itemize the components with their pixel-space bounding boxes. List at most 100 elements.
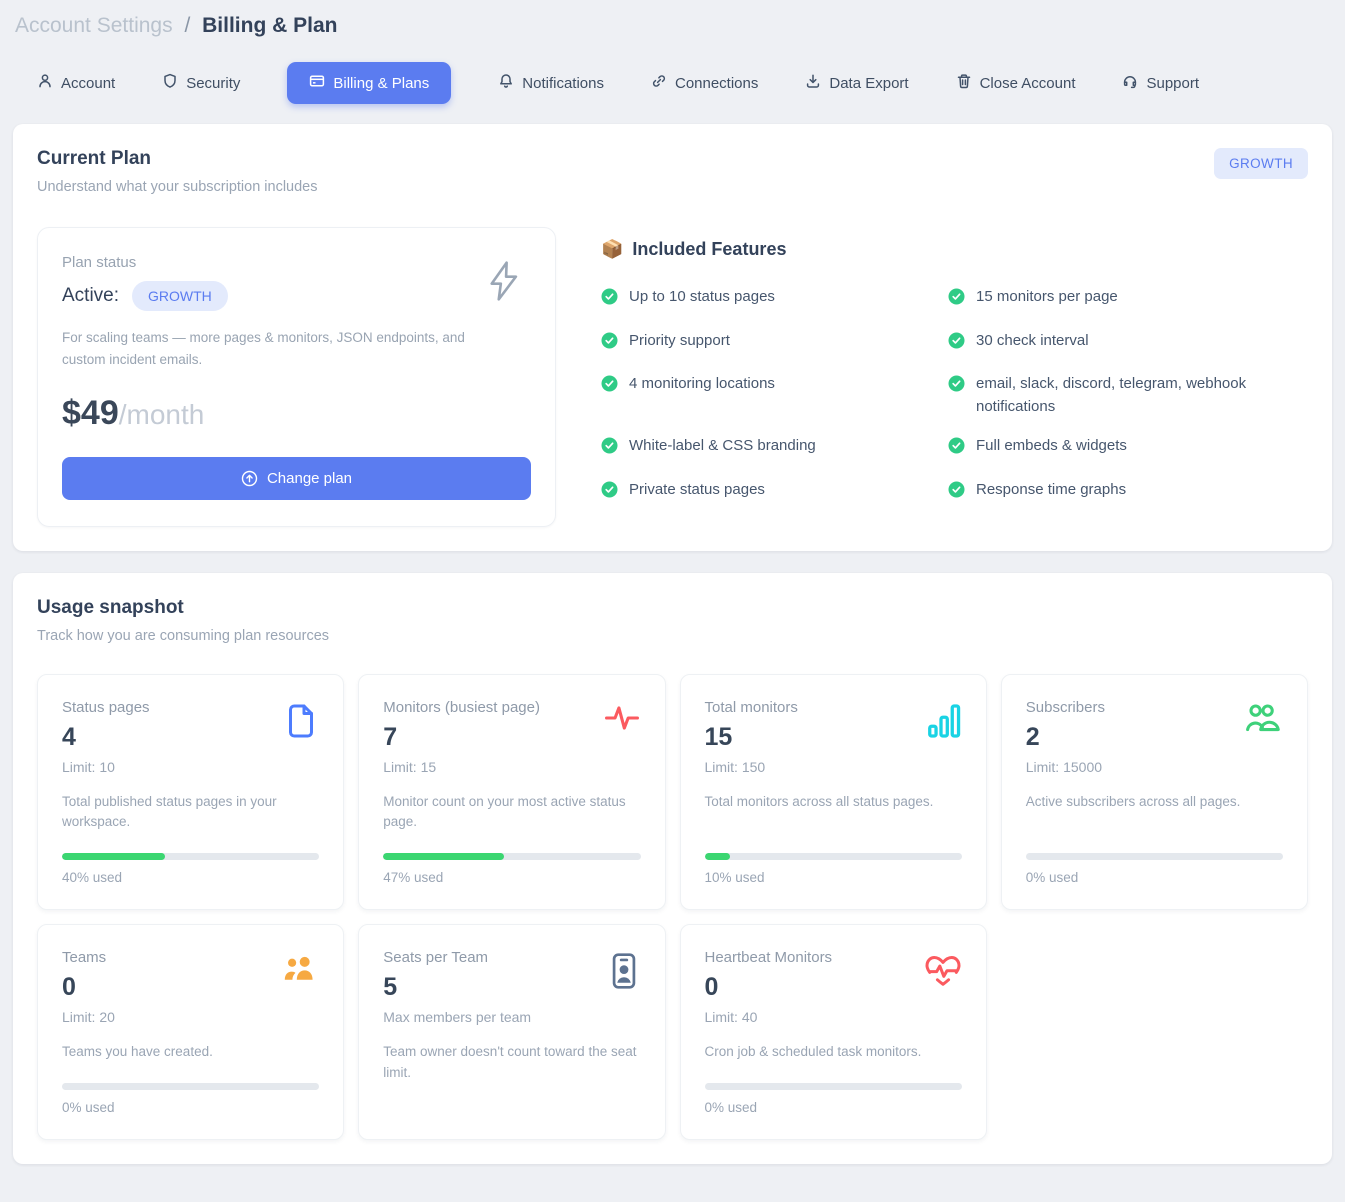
bell-icon xyxy=(498,73,514,93)
usage-card-value: 0 xyxy=(705,973,833,1002)
usage-progress: 0% used xyxy=(705,1063,962,1115)
tab-label: Support xyxy=(1146,75,1199,92)
arrow-up-circle-icon xyxy=(241,470,258,487)
tab-security[interactable]: Security xyxy=(162,73,240,93)
breadcrumb-section: Account Settings xyxy=(15,14,173,37)
feature-item: Response time graphs xyxy=(948,479,1308,506)
progress-track xyxy=(705,1083,962,1090)
feature-item: White-label & CSS branding xyxy=(601,435,948,462)
feature-label: Full embeds & widgets xyxy=(976,435,1127,458)
current-plan-subtitle: Understand what your subscription includ… xyxy=(37,179,317,195)
usage-card-limit: Limit: 150 xyxy=(705,759,798,775)
percent-used-label: 0% used xyxy=(705,1100,962,1115)
usage-card-teams: Teams 0 Limit: 20 Teams you have created… xyxy=(37,924,344,1140)
usage-card-title: Seats per Team xyxy=(383,949,531,966)
file-icon xyxy=(283,701,319,746)
feature-label: 4 monitoring locations xyxy=(629,373,775,396)
tab-label: Close Account xyxy=(980,75,1076,92)
check-circle-icon xyxy=(601,437,618,462)
settings-tabs: Account Security Billing & Plans Notific… xyxy=(13,62,1332,124)
plan-status-badge: GROWTH xyxy=(132,281,228,311)
usage-card-limit: Limit: 20 xyxy=(62,1009,115,1025)
change-plan-button[interactable]: Change plan xyxy=(62,457,531,500)
feature-item: email, slack, discord, telegram, webhook… xyxy=(948,373,1308,418)
tab-account[interactable]: Account xyxy=(37,73,115,93)
plan-status-card: Plan status Active: GROWTH For scaling t… xyxy=(37,227,556,527)
heart-pulse-icon xyxy=(924,951,962,994)
usage-card-description: Monitor count on your most active status… xyxy=(383,792,640,834)
feature-label: email, slack, discord, telegram, webhook… xyxy=(976,373,1288,418)
usage-card-total-monitors: Total monitors 15 Limit: 150 Total monit… xyxy=(680,674,987,911)
tab-label: Data Export xyxy=(829,75,908,92)
tab-support[interactable]: Support xyxy=(1122,73,1199,93)
percent-used-label: 0% used xyxy=(62,1100,319,1115)
link-icon xyxy=(651,73,667,93)
page-title: Billing & Plan xyxy=(202,14,337,37)
check-circle-icon xyxy=(948,481,965,506)
headset-icon xyxy=(1122,73,1138,93)
usage-card-description: Active subscribers across all pages. xyxy=(1026,792,1283,813)
progress-fill xyxy=(383,853,504,860)
check-circle-icon xyxy=(948,332,965,357)
usage-card-value: 0 xyxy=(62,973,115,1002)
usage-card-title: Status pages xyxy=(62,699,150,716)
empty-grid-cell xyxy=(1001,924,1308,1140)
download-icon xyxy=(805,73,821,93)
usage-card-limit: Limit: 40 xyxy=(705,1009,833,1025)
feature-label: Up to 10 status pages xyxy=(629,286,775,309)
feature-item: 30 check interval xyxy=(948,330,1308,357)
check-circle-icon xyxy=(948,288,965,313)
progress-fill xyxy=(62,853,165,860)
usage-card-limit: Max members per team xyxy=(383,1009,531,1025)
usage-progress: 10% used xyxy=(705,833,962,885)
included-features-title: Included Features xyxy=(632,239,786,260)
activity-icon xyxy=(603,701,641,740)
usage-progress: 40% used xyxy=(62,833,319,885)
usage-card-value: 2 xyxy=(1026,723,1105,752)
check-circle-icon xyxy=(601,375,618,400)
plan-period: /month xyxy=(119,399,205,431)
tab-notifications[interactable]: Notifications xyxy=(498,73,604,93)
tab-label: Security xyxy=(186,75,240,92)
usage-card-description: Total monitors across all status pages. xyxy=(705,792,962,813)
plan-status-value: Active: xyxy=(62,285,119,307)
usage-card-title: Teams xyxy=(62,949,115,966)
id-badge-icon xyxy=(607,951,641,996)
feature-label: White-label & CSS branding xyxy=(629,435,816,458)
tab-connections[interactable]: Connections xyxy=(651,73,758,93)
feature-item: 4 monitoring locations xyxy=(601,373,948,418)
usage-card-limit: Limit: 10 xyxy=(62,759,150,775)
check-circle-icon xyxy=(601,332,618,357)
plan-description: For scaling teams — more pages & monitor… xyxy=(62,327,492,372)
usage-progress: 0% used xyxy=(1026,833,1283,885)
feature-label: 30 check interval xyxy=(976,330,1089,353)
tab-close-account[interactable]: Close Account xyxy=(956,73,1076,93)
usage-card-value: 7 xyxy=(383,723,540,752)
tab-billing-plans[interactable]: Billing & Plans xyxy=(287,62,451,104)
percent-used-label: 40% used xyxy=(62,870,319,885)
included-features: 📦 Included Features Up to 10 status page… xyxy=(601,227,1308,527)
progress-track xyxy=(383,853,640,860)
tab-data-export[interactable]: Data Export xyxy=(805,73,908,93)
check-circle-icon xyxy=(948,375,965,400)
check-circle-icon xyxy=(601,288,618,313)
usage-card-title: Total monitors xyxy=(705,699,798,716)
credit-card-icon xyxy=(309,73,325,93)
plan-status-label: Plan status xyxy=(62,254,531,271)
usage-snapshot-panel: Usage snapshot Track how you are consumi… xyxy=(13,573,1332,1165)
feature-label: Priority support xyxy=(629,330,730,353)
usage-card-title: Heartbeat Monitors xyxy=(705,949,833,966)
usage-card-limit: Limit: 15000 xyxy=(1026,759,1105,775)
usage-card-value: 4 xyxy=(62,723,150,752)
usage-card-heartbeat-monitors: Heartbeat Monitors 0 Limit: 40 Cron job … xyxy=(680,924,987,1140)
usage-card-limit: Limit: 15 xyxy=(383,759,540,775)
bar-chart-icon xyxy=(926,701,962,746)
progress-track xyxy=(62,853,319,860)
current-plan-title: Current Plan xyxy=(37,148,317,170)
feature-item: 15 monitors per page xyxy=(948,286,1308,313)
feature-label: 15 monitors per page xyxy=(976,286,1118,309)
feature-item: Priority support xyxy=(601,330,948,357)
usage-progress: 0% used xyxy=(62,1063,319,1115)
users-filled-icon xyxy=(281,951,319,990)
percent-used-label: 0% used xyxy=(1026,870,1283,885)
